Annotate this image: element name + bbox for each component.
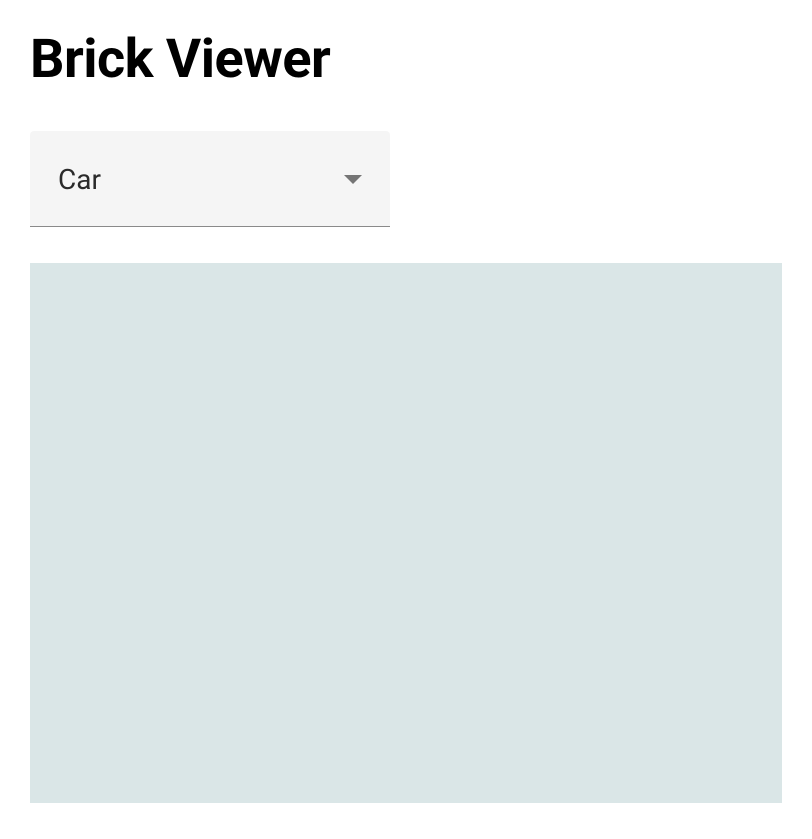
page-title: Brick Viewer xyxy=(30,28,782,91)
viewer-canvas[interactable] xyxy=(30,263,782,803)
model-select-value: Car xyxy=(58,163,101,196)
model-select[interactable]: Car xyxy=(30,131,390,227)
chevron-down-icon xyxy=(344,175,362,184)
